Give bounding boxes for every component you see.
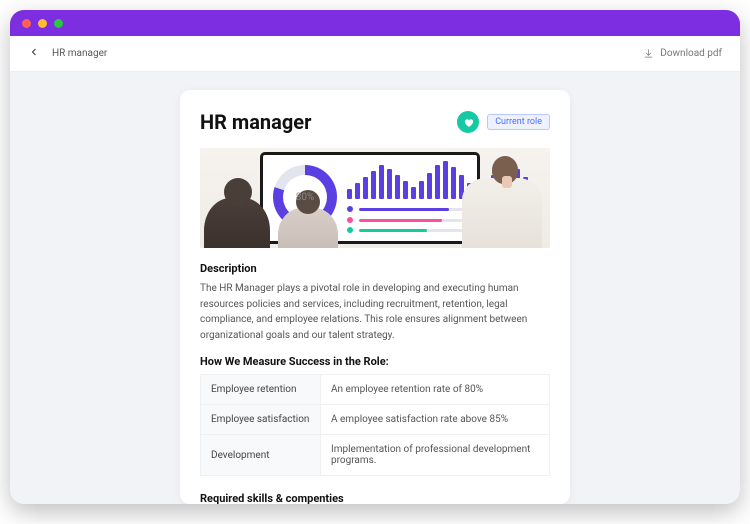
table-cell-value: Implementation of professional developme…: [321, 435, 550, 476]
table-cell-label: Development: [201, 435, 321, 476]
status-badge: Current role: [487, 114, 550, 130]
dot-icon: [347, 206, 353, 212]
bar: [363, 177, 368, 199]
bar: [379, 165, 384, 199]
bar: [387, 169, 392, 199]
bar: [403, 181, 408, 199]
table-row: Employee satisfactionA employee satisfac…: [201, 405, 550, 435]
bar: [435, 165, 440, 199]
bar: [411, 187, 416, 199]
bar: [355, 183, 360, 199]
table-row: DevelopmentImplementation of professiona…: [201, 435, 550, 476]
minimize-window-icon[interactable]: [38, 19, 47, 28]
table-cell-label: Employee satisfaction: [201, 405, 321, 435]
favorite-button[interactable]: [457, 111, 479, 133]
breadcrumb: HR manager: [52, 48, 107, 59]
bar: [443, 161, 448, 199]
dot-icon: [347, 217, 353, 223]
success-table: Employee retentionAn employee retention …: [200, 374, 550, 476]
download-pdf-button[interactable]: Download pdf: [643, 48, 722, 59]
close-window-icon[interactable]: [22, 19, 31, 28]
person-silhouette: [204, 198, 270, 248]
bar: [427, 173, 432, 199]
person-silhouette: [462, 178, 542, 248]
gauge-chart: 80%: [273, 165, 337, 229]
hero-image: 80% 60%: [200, 148, 550, 248]
back-button[interactable]: [28, 46, 40, 61]
maximize-window-icon[interactable]: [54, 19, 63, 28]
description-heading: Description: [200, 262, 550, 275]
page-title: HR manager: [200, 110, 311, 134]
table-cell-label: Employee retention: [201, 375, 321, 405]
description-body: The HR Manager plays a pivotal role in d…: [200, 281, 550, 343]
heart-icon: [463, 117, 474, 128]
table-cell-value: A employee satisfaction rate above 85%: [321, 405, 550, 435]
page-content: HR manager Current role 80%: [10, 72, 740, 504]
topbar: HR manager Download pdf: [10, 36, 740, 72]
bar: [371, 171, 376, 199]
bar: [347, 189, 352, 199]
window-titlebar: [10, 10, 740, 36]
success-heading: How We Measure Success in the Role:: [200, 355, 550, 368]
dot-icon: [347, 227, 353, 233]
download-pdf-label: Download pdf: [660, 48, 722, 59]
table-cell-value: An employee retention rate of 80%: [321, 375, 550, 405]
table-row: Employee retentionAn employee retention …: [201, 375, 550, 405]
gauge-label: 80%: [273, 165, 337, 229]
bar: [395, 175, 400, 199]
role-card: HR manager Current role 80%: [180, 90, 570, 504]
bar: [451, 167, 456, 199]
skills-heading: Required skills & compenties: [200, 492, 550, 504]
bar: [419, 181, 424, 199]
